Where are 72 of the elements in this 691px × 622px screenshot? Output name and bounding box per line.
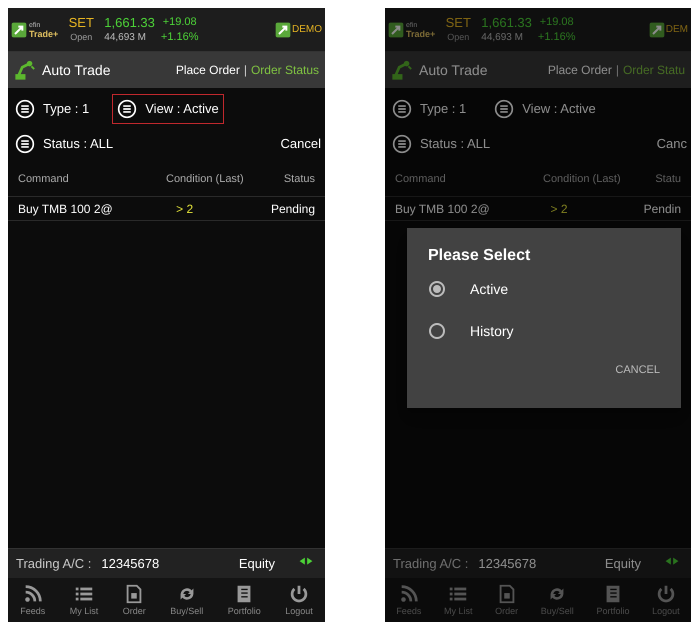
- tab-button[interactable]: My List: [70, 583, 98, 617]
- list-circle-icon: [117, 99, 138, 119]
- list-circle-icon: [392, 99, 412, 119]
- volume-value: 44,693 M: [481, 30, 524, 44]
- demo-label: DEMO: [292, 23, 322, 37]
- nav-link[interactable]: Order Status: [250, 61, 319, 79]
- account-label: Trading A/C :: [16, 554, 92, 573]
- column-header: Condition (Last): [166, 172, 245, 187]
- table-cell-text: Buy TMB 100 2@: [395, 200, 491, 218]
- column-header: Condition (Last): [543, 172, 622, 187]
- nav-link[interactable]: Order Statu: [622, 61, 685, 79]
- tab-button[interactable]: Buy/Sell: [170, 583, 204, 617]
- table-cell-text: Pendin: [644, 200, 681, 218]
- tab-button[interactable]: Feeds: [20, 583, 46, 617]
- filter-button[interactable]: Type : 1: [10, 94, 94, 124]
- robot-arm-icon: [14, 59, 36, 81]
- page-title: Auto Trade: [419, 60, 488, 80]
- index-value: 1,661.33: [481, 14, 532, 30]
- separator-text: |: [242, 62, 248, 79]
- change-value: +19.08: [540, 14, 574, 30]
- radio-option[interactable]: Active: [428, 268, 660, 310]
- tab-button[interactable]: Portfolio: [228, 583, 261, 617]
- market-name: SET: [446, 14, 471, 30]
- filter-button[interactable]: View : Active: [489, 94, 601, 124]
- table-cell-text: Pending: [270, 200, 315, 218]
- filter-button[interactable]: Status : ALL: [387, 129, 496, 159]
- cancel-button[interactable]: CANCEL: [615, 362, 660, 378]
- list-circle-icon: [392, 134, 412, 154]
- nav-link[interactable]: Place Order: [548, 61, 612, 79]
- change-value: +19.08: [162, 14, 197, 30]
- filter-button[interactable]: Status : ALL: [10, 129, 118, 159]
- change-percent: +1.16%: [160, 30, 199, 44]
- page-title: Auto Trade: [42, 60, 110, 80]
- account-number: 12345678: [478, 554, 536, 573]
- index-value: 1,661.33: [104, 14, 155, 30]
- logo-text: Trade+: [29, 30, 58, 38]
- table-cell-text: > 2: [175, 200, 194, 218]
- nav-link[interactable]: Place Order: [176, 61, 240, 79]
- logo-icon: [11, 22, 27, 38]
- list-circle-icon: [15, 99, 35, 119]
- account-type: Equity: [238, 554, 275, 573]
- change-percent: +1.16%: [538, 30, 576, 44]
- logo-text: Trade+: [406, 30, 436, 38]
- logo-icon: [275, 22, 291, 38]
- logo-icon: [388, 22, 404, 38]
- radio-option[interactable]: History: [428, 310, 660, 352]
- separator-text: |: [614, 62, 620, 79]
- column-header: Status: [282, 172, 315, 187]
- column-header: Command: [395, 172, 447, 187]
- market-session: Open: [70, 30, 92, 44]
- robot-arm-icon: [391, 59, 413, 81]
- cancel-button[interactable]: Cancel: [280, 134, 323, 154]
- list-circle-icon: [15, 134, 35, 154]
- filter-button[interactable]: View : Active: [112, 94, 224, 124]
- column-header: Statu: [654, 172, 681, 187]
- dialog-title: Please Select: [428, 246, 532, 266]
- account-label: Trading A/C :: [393, 554, 468, 573]
- list-circle-icon: [494, 99, 514, 119]
- market-name: SET: [68, 14, 94, 30]
- tab-button[interactable]: Order: [122, 583, 146, 617]
- cancel-button[interactable]: Canc: [656, 134, 689, 154]
- account-type: Equity: [604, 554, 641, 573]
- tab-button[interactable]: Logout: [285, 583, 313, 617]
- market-session: Open: [447, 30, 470, 44]
- table-cell-text: Buy TMB 100 2@: [18, 200, 114, 218]
- account-number: 12345678: [101, 554, 160, 573]
- logo-icon: [648, 22, 665, 38]
- filter-button[interactable]: Type : 1: [387, 94, 472, 124]
- table-cell-text: > 2: [550, 200, 569, 218]
- demo-label: DEM: [666, 23, 688, 37]
- column-header: Command: [18, 172, 70, 187]
- volume-value: 44,693 M: [104, 30, 147, 44]
